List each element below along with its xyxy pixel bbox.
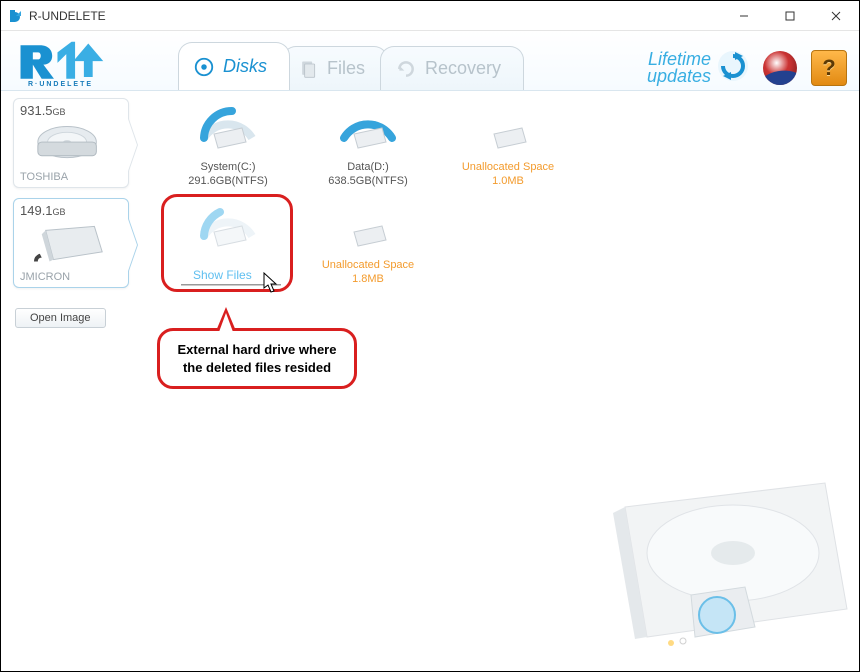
device-size: 931.5GB	[20, 103, 122, 118]
close-button[interactable]	[813, 1, 859, 31]
header: R·UNDELETE Disks Files Recovery Lifetime	[1, 31, 859, 91]
logo-text: R·UNDELETE	[28, 81, 93, 88]
hdd-icon	[32, 120, 110, 168]
partition-label: Unallocated Space1.8MB	[305, 259, 431, 287]
tabs: Disks Files Recovery	[178, 42, 516, 90]
refresh-icon	[717, 50, 749, 85]
partition-label: System(C:)291.6GB(NTFS)	[165, 161, 291, 189]
tab-files-label: Files	[327, 58, 365, 79]
show-files-link[interactable]: Show Files	[193, 268, 252, 282]
partitions-row-1: System(C:)291.6GB(NTFS) Data(D:)638.5GB(…	[165, 98, 839, 202]
open-image-label: Open Image	[30, 312, 91, 324]
app-logo: R·UNDELETE	[13, 34, 108, 88]
tab-disks-label: Disks	[223, 56, 267, 77]
background-disk-art	[595, 467, 855, 667]
updates-line2: updates	[647, 68, 711, 85]
tab-recovery-label: Recovery	[425, 58, 501, 79]
device-name: JMICRON	[20, 271, 70, 283]
partition-data-d[interactable]: Data(D:)638.5GB(NTFS)	[305, 98, 431, 188]
app-icon	[7, 8, 23, 24]
cursor-icon	[263, 272, 281, 297]
partition-unallocated-2[interactable]: Unallocated Space1.8MB	[305, 196, 431, 286]
titlebar: R-UNDELETE	[1, 1, 859, 31]
language-button[interactable]	[763, 51, 797, 85]
annotation-callout: External hard drive where the deleted fi…	[157, 328, 357, 389]
main-area: 931.5GB TOSHIBA 149.1GB JMICRON Open Ima…	[1, 92, 859, 671]
disks-icon	[193, 56, 215, 78]
callout-text: External hard drive where the deleted fi…	[178, 342, 337, 375]
tab-disks[interactable]: Disks	[178, 42, 290, 90]
minimize-button[interactable]	[721, 1, 767, 31]
open-image-button[interactable]: Open Image	[15, 308, 106, 328]
partition-unallocated-1[interactable]: Unallocated Space1.0MB	[445, 98, 571, 188]
device-jmicron[interactable]: 149.1GB JMICRON	[13, 198, 129, 288]
maximize-button[interactable]	[767, 1, 813, 31]
tab-recovery[interactable]: Recovery	[380, 46, 524, 90]
device-toshiba[interactable]: 931.5GB TOSHIBA	[13, 98, 129, 188]
partition-label: Unallocated Space1.0MB	[445, 161, 571, 189]
window-title: R-UNDELETE	[29, 9, 106, 23]
updates-link[interactable]: Lifetime updates	[647, 50, 749, 85]
help-label: ?	[822, 55, 835, 81]
external-hdd-icon	[32, 220, 110, 268]
devices-column: 931.5GB TOSHIBA 149.1GB JMICRON	[13, 98, 131, 298]
partition-system-c[interactable]: System(C:)291.6GB(NTFS)	[165, 98, 291, 188]
recovery-icon	[395, 58, 417, 80]
header-right: Lifetime updates ?	[647, 50, 847, 90]
tab-files[interactable]: Files	[282, 46, 388, 90]
device-name: TOSHIBA	[20, 171, 68, 183]
help-button[interactable]: ?	[811, 50, 847, 86]
window-controls	[721, 1, 859, 31]
partition-label: Data(D:)638.5GB(NTFS)	[305, 161, 431, 189]
files-icon	[297, 58, 319, 80]
device-size: 149.1GB	[20, 203, 122, 218]
